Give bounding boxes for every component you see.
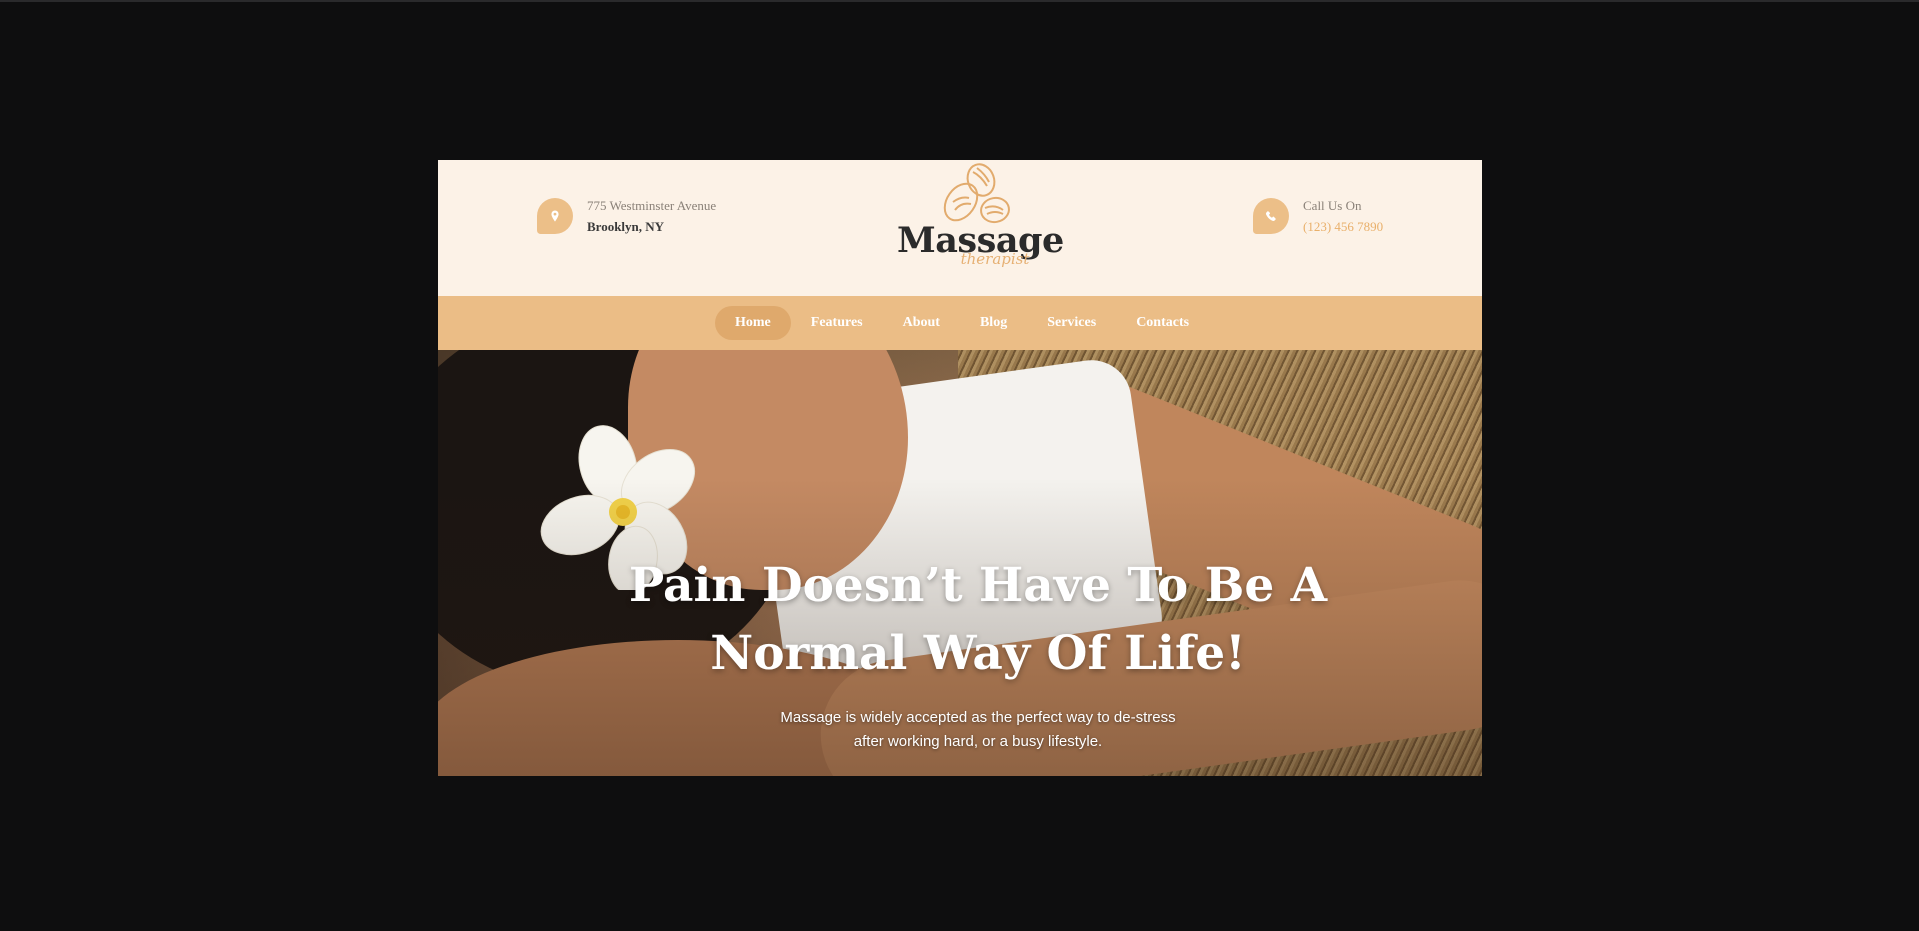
hero-title-line2: Normal Way Of Life!: [710, 626, 1246, 681]
nav-item-blog[interactable]: Blog: [960, 306, 1027, 340]
map-pin-icon: [537, 198, 573, 234]
hero-title-line1: Pain Doesn’t Have To Be A: [628, 558, 1328, 613]
nav-item-about[interactable]: About: [883, 306, 960, 340]
main-nav: Home Features About Blog Services Contac…: [438, 296, 1482, 350]
nav-item-features[interactable]: Features: [791, 306, 883, 340]
website-preview: 775 Westminster Avenue Brooklyn, NY Mass…: [438, 160, 1482, 776]
massage-stones-icon: [943, 163, 1010, 224]
phone-label: Call Us On: [1303, 198, 1362, 213]
hero-subtitle-line2: after working hard, or a busy lifestyle.: [853, 733, 1103, 750]
nav-item-services[interactable]: Services: [1027, 306, 1116, 340]
top-border: [0, 0, 1919, 2]
site-header: 775 Westminster Avenue Brooklyn, NY Mass…: [438, 160, 1482, 296]
address-line1: 775 Westminster Avenue: [587, 198, 717, 213]
hero-banner: Pain Doesn’t Have To Be A Normal Way Of …: [438, 350, 1482, 776]
address-line2: Brooklyn, NY: [587, 219, 665, 234]
nav-item-contacts[interactable]: Contacts: [1116, 306, 1209, 340]
site-logo[interactable]: Massage therapist: [897, 162, 1064, 280]
hero-subtitle: Massage is widely accepted as the perfec…: [748, 706, 1208, 754]
address-block: 775 Westminster Avenue Brooklyn, NY: [537, 196, 716, 238]
hero-subtitle-line1: Massage is widely accepted as the perfec…: [780, 709, 1176, 726]
hero-title: Pain Doesn’t Have To Be A Normal Way Of …: [438, 552, 1482, 688]
nav-item-home[interactable]: Home: [715, 306, 791, 340]
phone-number[interactable]: (123) 456 7890: [1303, 216, 1383, 238]
phone-icon[interactable]: [1253, 198, 1289, 234]
phone-block: Call Us On (123) 456 7890: [1253, 196, 1383, 238]
